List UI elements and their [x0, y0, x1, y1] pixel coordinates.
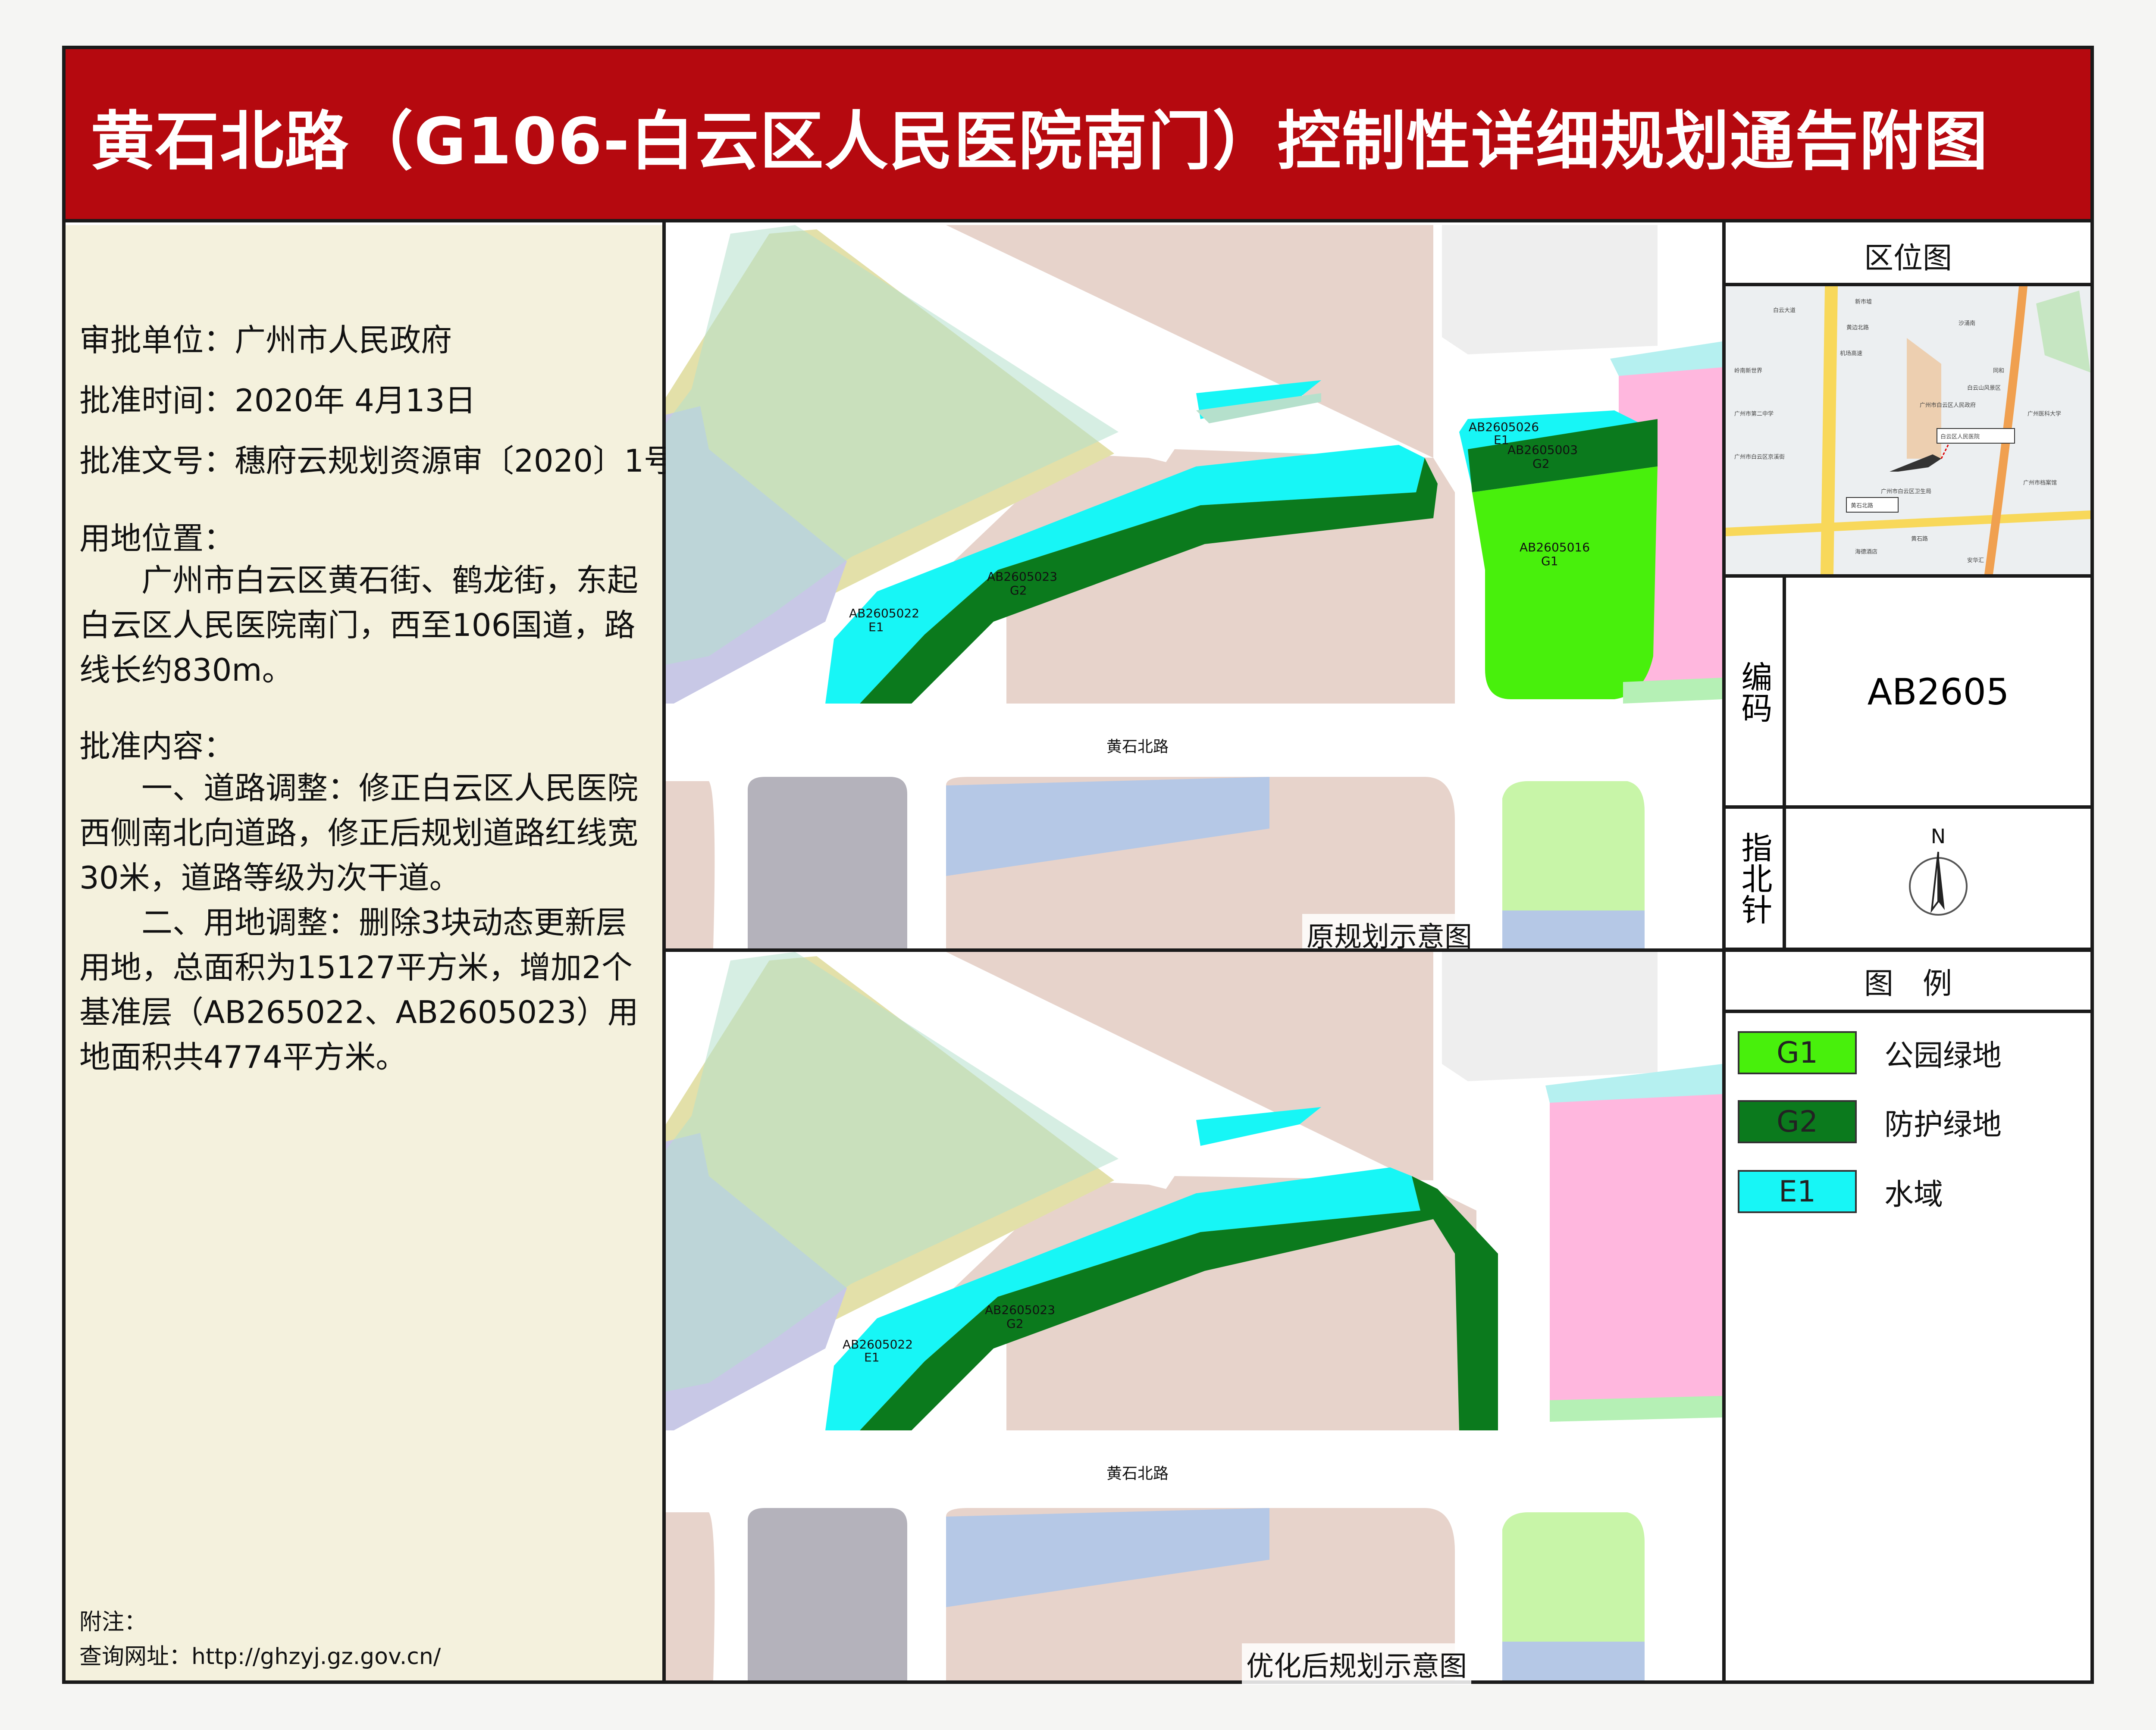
optimized-plan-map: AB2605022 E1 AB2605023 G2 黄石北路	[666, 952, 1722, 1680]
medical-block-2	[1550, 1081, 1722, 1405]
label-AB2605022: AB2605022	[849, 606, 919, 620]
loc-label-road: 黄石北路	[1851, 502, 1873, 509]
loc-label-huangshi: 黄石路	[1911, 535, 1928, 542]
label-G1: G1	[1541, 554, 1558, 568]
content-paragraph-2: 二、用地调整：删除3块动态更新层用地，总面积为15127平方米，增加2个基准层（…	[79, 904, 639, 1075]
legend-item-g2: G2 防护绿地	[1738, 1092, 2002, 1152]
legend-item-g1: G1 公园绿地	[1738, 1023, 2002, 1083]
north-letter: N	[1931, 825, 1946, 848]
north-arrow-right	[1938, 852, 1945, 910]
title-bar: 黄石北路（G106-白云区人民医院南门）控制性详细规划通告附图	[66, 49, 2090, 222]
label-AB2605026: AB2605026	[1469, 420, 1539, 434]
north-bottom-divider	[1726, 948, 2090, 952]
loc-label-11: 白云大道	[1773, 307, 1796, 314]
loc-label-5: 岭南新世界	[1734, 367, 1762, 374]
north-arrow: N	[1909, 825, 1968, 916]
code-bottom-divider	[1726, 805, 2090, 809]
content-2: 二、用地调整：删除3块动态更新层用地，总面积为15127平方米，增加2个基准层（…	[79, 900, 653, 1079]
label-E1-2: E1	[864, 1350, 880, 1364]
loc-label-14: 同和	[1993, 368, 2004, 374]
label-G2-b: G2	[1532, 457, 1550, 471]
legend-swatch-g2: G2	[1738, 1100, 1857, 1143]
legend-label-e1: 水域	[1884, 1177, 1943, 1212]
label-AB2605016: AB2605016	[1520, 540, 1590, 554]
label-AB2605003: AB2605003	[1507, 443, 1578, 457]
title-divider	[62, 219, 2094, 222]
location-paragraph: 广州市白云区黄石街、鹤龙街，东起白云区人民医院南门，西至106国道，路线长约83…	[79, 562, 639, 688]
block-sw	[666, 781, 715, 948]
loc-label-7: 广州市白云区京溪街	[1734, 454, 1785, 460]
loc-label-expressway: 机场高速	[1840, 350, 1862, 357]
content-1: 一、道路调整：修正白云区人民医院西侧南北向道路，修正后规划道路红线宽30米，道路…	[79, 766, 653, 900]
label-E1-b: E1	[1494, 433, 1509, 447]
approval-unit: 审批单位：广州市人民政府	[79, 322, 452, 358]
green-strip-se	[1623, 678, 1722, 704]
right-divider	[1722, 222, 1726, 1684]
loc-label-9: 安华汇	[1967, 557, 1984, 564]
legend-swatch-e1: E1	[1738, 1170, 1857, 1213]
page-title: 黄石北路（G106-白云区人民医院南门）控制性详细规划通告附图	[91, 104, 1989, 178]
white-block-ne	[1442, 225, 1658, 354]
loc-label-8: 海德酒店	[1855, 549, 1877, 555]
loc-label-15: 广州医科大学	[2028, 410, 2061, 417]
road-label-2: 黄石北路	[1106, 1465, 1169, 1483]
location-map-divider	[1726, 574, 2090, 578]
label-AB2605022-2: AB2605022	[843, 1337, 913, 1351]
legend-label-g1: 公园绿地	[1884, 1039, 2002, 1073]
map-divider	[666, 948, 1723, 952]
location-heading-divider	[1726, 283, 2090, 286]
gray-block-2	[748, 1508, 907, 1680]
north-arrow-left	[1930, 851, 1939, 913]
code-label: 编码	[1736, 661, 1772, 723]
location-heading: 用地位置：	[79, 520, 235, 557]
legend-label-g2: 防护绿地	[1884, 1107, 2002, 1142]
gray-block	[748, 777, 907, 948]
green-strip-se-2	[1550, 1396, 1722, 1422]
loc-label-hospital: 白云区人民医院	[1940, 433, 1980, 440]
original-plan-map: AB2605022 E1 AB2605023 G2 AB2605026 E1 A…	[666, 225, 1722, 948]
approval-time: 批准时间：2020年 4月13日	[79, 382, 476, 419]
parcel-AB2605016-park	[1472, 466, 1658, 699]
label-AB2605023-2: AB2605023	[985, 1303, 1055, 1317]
label-AB2605023: AB2605023	[987, 569, 1057, 584]
approval-doc: 批准文号：穗府云规划资源审〔2020〕1号	[79, 443, 675, 479]
loc-label-17: 广州市白云区卫生局	[1881, 488, 1931, 495]
content-heading: 批准内容：	[79, 728, 235, 764]
legend-heading: 图 例	[1864, 967, 1952, 1001]
location-text: 广州市白云区黄石街、鹤龙街，东起白云区人民医院南门，西至106国道，路线长约83…	[79, 558, 653, 692]
note-label: 附注：	[79, 1609, 147, 1635]
legend-item-e1: E1 水域	[1738, 1161, 1943, 1222]
code-label-cell: 编码	[1726, 578, 1783, 806]
block-sw-2	[666, 1512, 715, 1680]
loc-label-10: 广州市档案馆	[2023, 479, 2057, 486]
blue-strip-south	[1502, 910, 1645, 948]
legend-swatch-g1: G1	[1738, 1031, 1857, 1074]
content-paragraph-1: 一、道路调整：修正白云区人民医院西侧南北向道路，修正后规划道路红线宽30米，道路…	[79, 770, 639, 896]
north-label: 指北针	[1736, 832, 1772, 925]
loc-label-gov: 广州市白云区人民政府	[1920, 402, 1976, 409]
loc-label-13: 沙涌南	[1959, 320, 1975, 327]
label-G2-2: G2	[1006, 1317, 1024, 1331]
label-G2-a: G2	[1010, 583, 1027, 598]
loc-label-18: 黄边北路	[1846, 324, 1869, 331]
road-label: 黄石北路	[1106, 738, 1169, 756]
loc-label-16: 白云山风景区	[1967, 385, 2001, 391]
location-map-heading: 区位图	[1864, 241, 1952, 275]
label-E1-a: E1	[868, 620, 884, 634]
loc-label-6: 广州市第二中学	[1734, 410, 1774, 417]
optimized-caption: 优化后规划示意图	[1242, 1643, 1471, 1685]
blue-strip-south-2	[1502, 1642, 1645, 1680]
loc-label-12: 新市墟	[1855, 298, 1872, 305]
location-map: 白云区人民医院 黄石北路 机场高速 黄石路 广州市白云区人民政府 岭南新世界 广…	[1726, 286, 2090, 574]
legend-heading-divider	[1726, 1010, 2090, 1013]
query-url[interactable]: 查询网址：http://ghzyj.gz.gov.cn/	[79, 1638, 441, 1671]
code-value: AB2605	[1867, 671, 2009, 713]
north-label-cell: 指北针	[1726, 809, 1783, 948]
code-divider	[1783, 578, 1786, 948]
white-block-ne-2	[1442, 952, 1658, 1081]
